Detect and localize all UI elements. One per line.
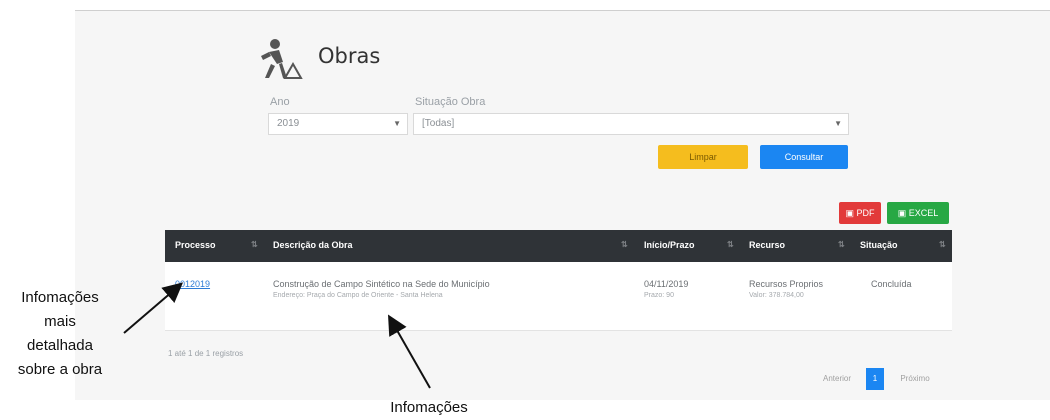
annotation-arrows	[123, 282, 431, 389]
arrow-to-description	[388, 314, 431, 389]
arrow-to-process	[123, 282, 184, 334]
